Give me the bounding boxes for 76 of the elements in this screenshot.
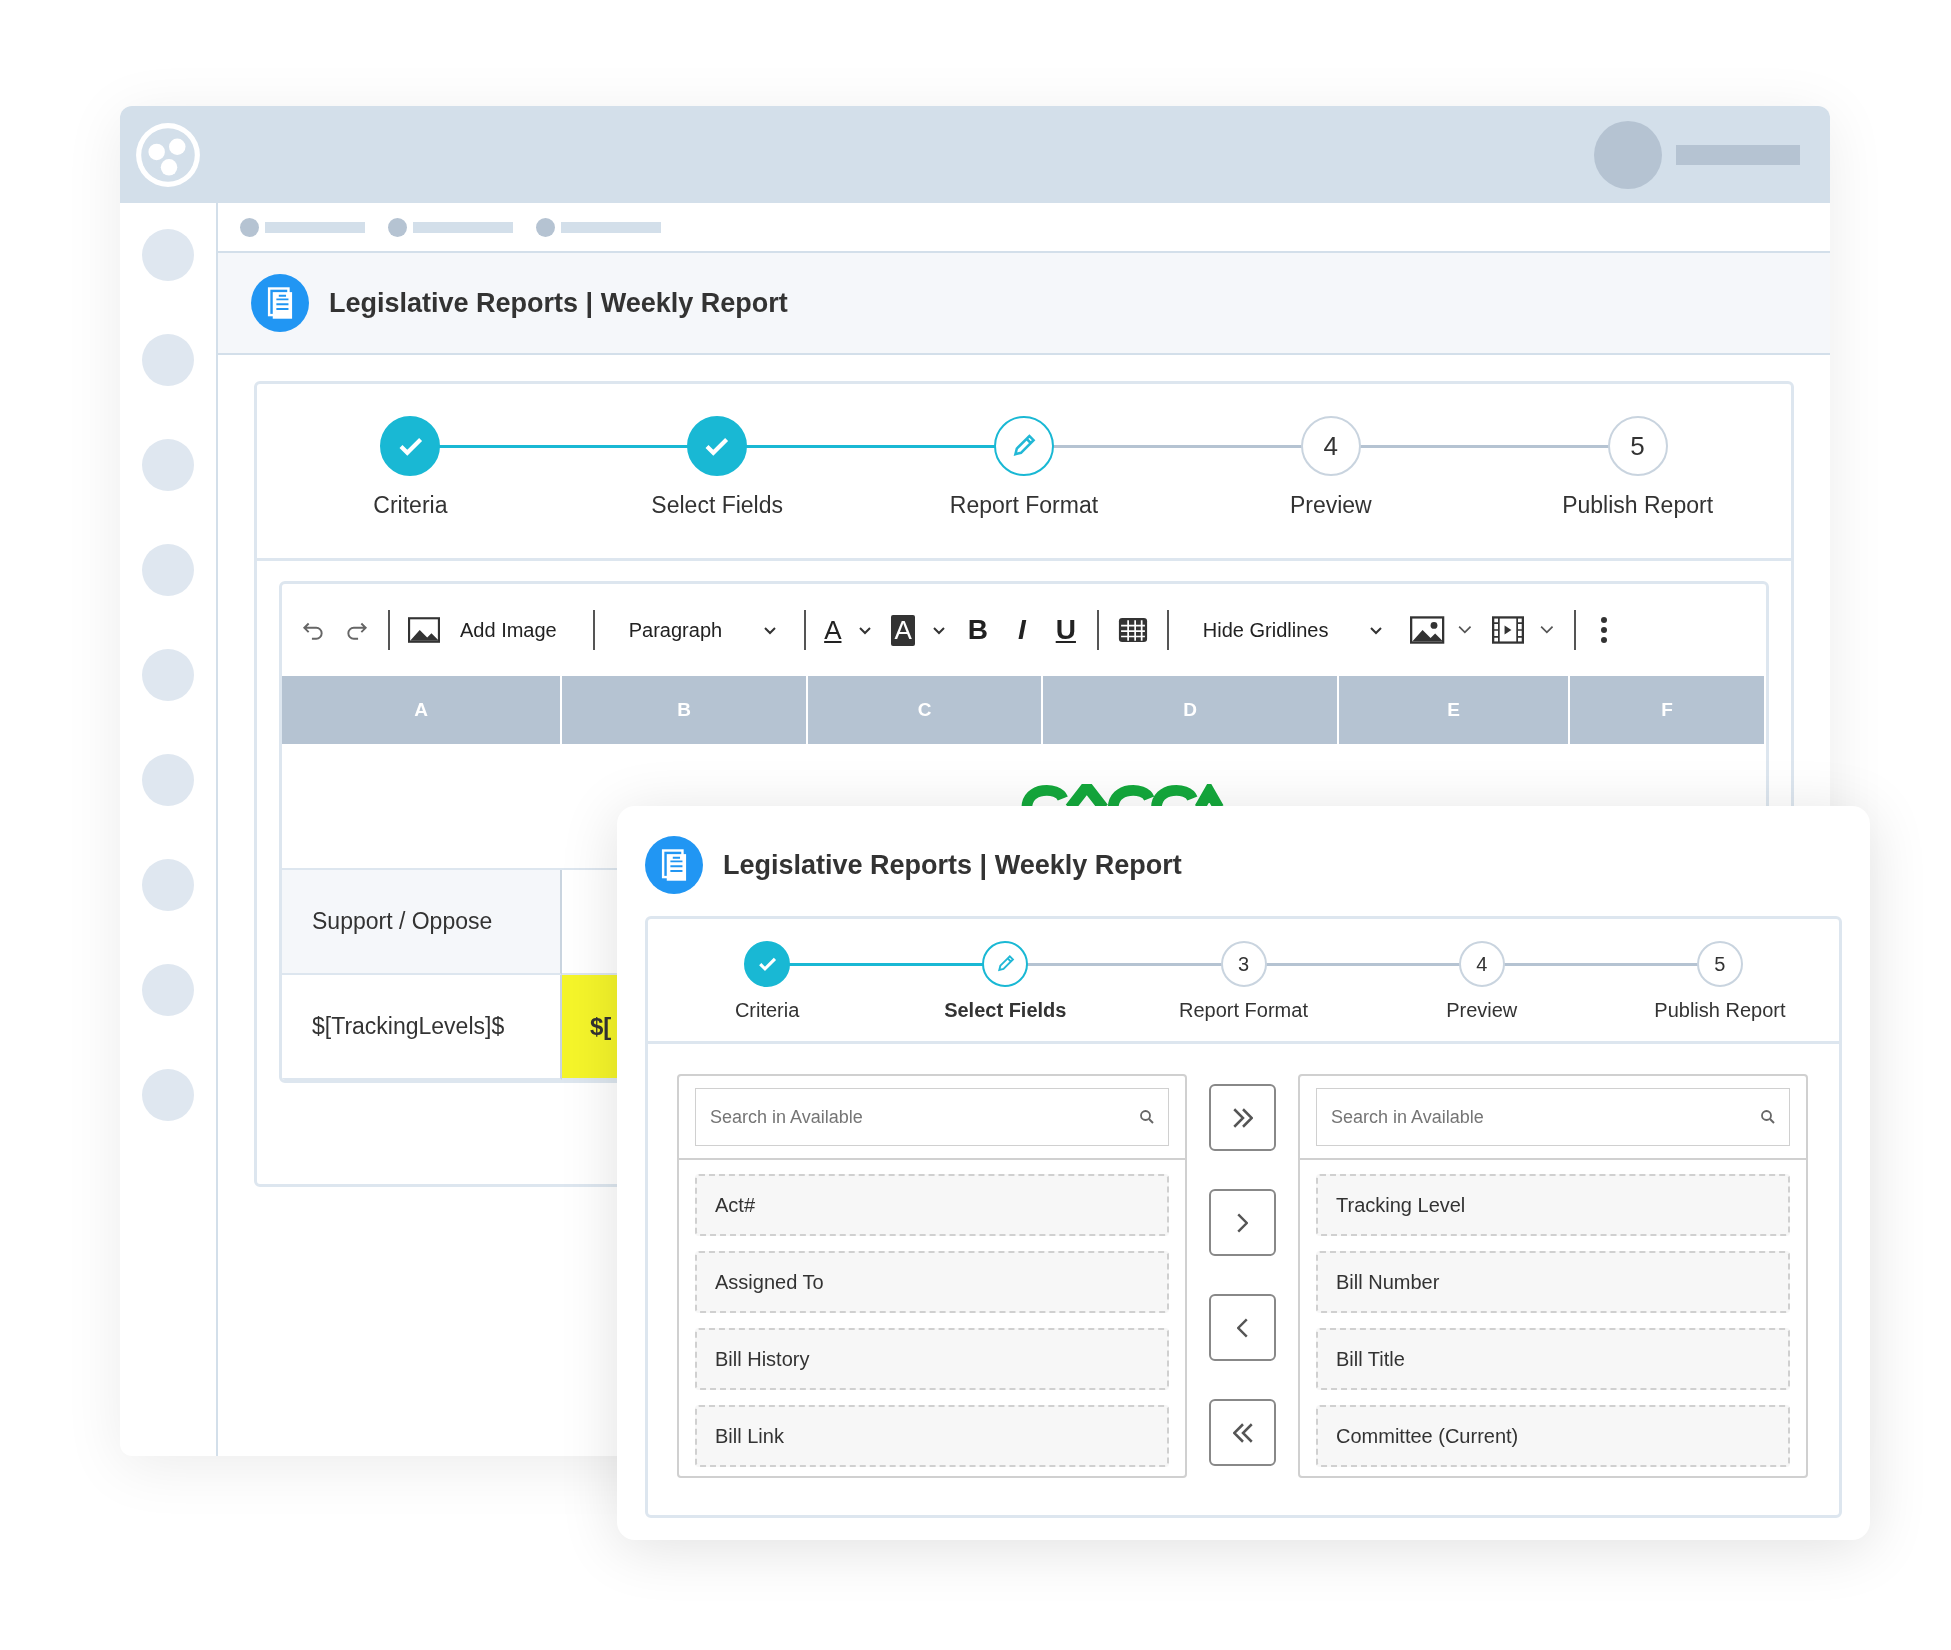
step-number[interactable]: 5 [1607, 416, 1668, 476]
sidebar-item[interactable] [142, 439, 194, 491]
search-icon [1760, 1109, 1776, 1125]
double-chevron-icon [1232, 1107, 1253, 1128]
font-color-button[interactable]: A [824, 614, 874, 646]
sidebar-item[interactable] [142, 544, 194, 596]
double-chevron-button[interactable] [1209, 1084, 1276, 1151]
chevron-icon [1237, 1317, 1248, 1338]
page-title: Legislative Reports | Weekly Report [329, 287, 788, 319]
breadcrumb-dot [240, 217, 259, 237]
sidebar-item[interactable] [142, 859, 194, 911]
italic-button[interactable]: I [1008, 614, 1035, 646]
report-icon [645, 836, 703, 894]
column-header: F [1570, 676, 1766, 744]
double-chevron-icon [1232, 1422, 1253, 1443]
image-icon [408, 617, 440, 643]
pencil-icon[interactable] [982, 941, 1029, 987]
step-label: Preview [1446, 999, 1518, 1022]
step-number[interactable]: 5 [1696, 941, 1743, 987]
column-header: B [562, 676, 808, 744]
more-icon[interactable] [1600, 615, 1609, 645]
breadcrumb-placeholder[interactable] [413, 221, 513, 233]
field-item[interactable]: Tracking Level [1316, 1174, 1790, 1236]
sidebar-item[interactable] [142, 964, 194, 1016]
chevron-icon [1237, 1212, 1248, 1233]
sidebar-item[interactable] [142, 649, 194, 701]
dropdown[interactable]: Hide Gridlines [1202, 618, 1385, 642]
sidebar-item[interactable] [142, 229, 194, 281]
sidebar-item[interactable] [142, 334, 194, 386]
dialog-title: Legislative Reports | Weekly Report [723, 849, 1182, 881]
underline-button[interactable]: U [1052, 614, 1079, 646]
chevron-button[interactable] [1209, 1294, 1276, 1361]
step-label: Publish Report [1562, 492, 1713, 519]
step-label: Report Format [1179, 999, 1308, 1022]
search-field[interactable]: Search in Available [1316, 1088, 1790, 1146]
step-number[interactable]: 4 [1458, 941, 1505, 987]
search-icon [1139, 1109, 1155, 1125]
step-label: Publish Report [1654, 999, 1786, 1022]
field-item[interactable]: Bill Title [1316, 1328, 1790, 1390]
table-cell: Support / Oppose [282, 870, 562, 975]
field-item[interactable]: Bill Link [695, 1405, 1169, 1467]
step-label: Criteria [734, 999, 800, 1022]
highlight-button[interactable]: A [891, 614, 947, 646]
step-label: Report Format [949, 492, 1099, 519]
step-label: Preview [1289, 492, 1372, 519]
sidebar-item[interactable] [142, 1069, 194, 1121]
search-field[interactable]: Search in Available [695, 1088, 1169, 1146]
field-item[interactable]: Bill History [695, 1328, 1169, 1390]
double-chevron-button[interactable] [1209, 1399, 1276, 1466]
field-item[interactable]: Assigned To [695, 1251, 1169, 1313]
add-image-button[interactable]: Add Image [408, 617, 557, 643]
step-label: Select Fields [651, 492, 784, 519]
step-label: Select Fields [944, 999, 1067, 1022]
report-icon [251, 274, 309, 332]
breadcrumb-placeholder[interactable] [561, 221, 661, 233]
field-item[interactable]: Act# [695, 1174, 1169, 1236]
bold-button[interactable]: B [964, 614, 991, 646]
breadcrumb-placeholder[interactable] [265, 221, 365, 233]
table-icon[interactable] [1116, 617, 1149, 643]
pencil-icon[interactable] [994, 416, 1054, 476]
column-header: A [282, 676, 562, 744]
column-header: D [1043, 676, 1339, 744]
chevron-button[interactable] [1209, 1189, 1276, 1256]
check-icon[interactable] [744, 941, 791, 987]
step-number[interactable]: 4 [1300, 416, 1361, 476]
breadcrumb-dot [536, 217, 555, 237]
step-label: Criteria [373, 492, 448, 519]
breadcrumb-dot [388, 217, 407, 237]
dropdown[interactable]: Paragraph [628, 618, 779, 642]
sidebar-item[interactable] [142, 754, 194, 806]
field-item[interactable]: Bill Number [1316, 1251, 1790, 1313]
step-number[interactable]: 3 [1220, 941, 1267, 987]
field-item[interactable]: Committee (Current) [1316, 1405, 1790, 1467]
logo-icon [134, 120, 202, 189]
column-header: C [808, 676, 1043, 744]
column-header: E [1339, 676, 1570, 744]
